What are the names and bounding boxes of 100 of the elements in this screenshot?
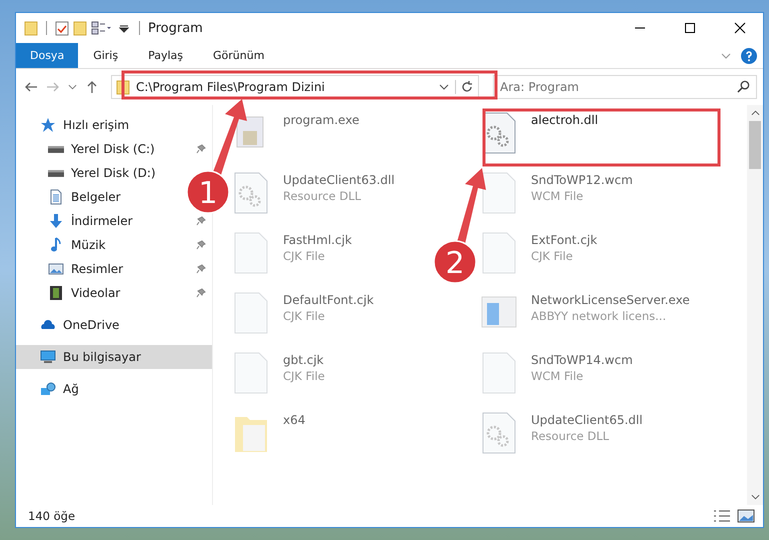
sidebar-item-label: Yerel Disk (C:) [71,142,156,156]
file-type: CJK File [531,249,574,263]
sidebar-item-label: Belgeler [71,190,121,204]
chevron-down-icon[interactable] [439,84,449,90]
file-name: UpdateClient63.dll [283,173,395,187]
file-type: Resource DLL [531,429,610,443]
pin-icon [196,144,206,154]
sidebar-item-label: Ağ [63,382,79,396]
file-type: Resource DLL [283,189,362,203]
file-icon [481,171,517,215]
file-name: ExtFont.cjk [531,233,598,247]
sidebar-item[interactable]: Hızlı erişim [16,113,136,137]
sidebar-item-label: Hızlı erişim [63,118,130,132]
ribbon-tab[interactable]: Görünüm [198,43,280,68]
file-item[interactable]: DefaultFont.cjk CJK File [233,291,374,351]
sidebar-item[interactable]: Belgeler [16,185,127,209]
file-item[interactable]: x64 [233,411,306,471]
help-icon[interactable] [741,48,757,64]
details-view-icon[interactable] [713,509,731,523]
scroll-up-icon[interactable] [750,110,760,116]
document-icon [48,189,64,205]
file-item[interactable]: FastHml.cjk CJK File [233,231,352,291]
close-icon [734,22,746,34]
pin-icon [196,240,206,250]
file-name: UpdateClient65.dll [531,413,643,427]
file-item[interactable]: SndToWP14.wcm WCM File [481,351,633,411]
file-icon [481,231,517,275]
file-item[interactable]: UpdateClient63.dll Resource DLL [233,171,395,231]
file-name: alectroh.dll [531,113,598,127]
pin-icon [196,264,206,274]
properties-icon[interactable] [91,20,113,36]
sidebar-item-label: Yerel Disk (D:) [71,166,156,180]
drive-icon [48,170,64,176]
monitor-icon [40,349,56,365]
sidebar-item[interactable]: Müzik [16,233,212,257]
search-field[interactable]: Ara: Program [493,75,757,99]
sidebar-item[interactable]: Ağ [16,377,85,401]
back-arrow-icon[interactable] [24,80,38,94]
maximize-icon [684,22,696,34]
step-badge: 1 [186,170,230,214]
file-type: CJK File [283,249,326,263]
scroll-down-icon[interactable] [750,494,760,500]
sidebar-item-label: OneDrive [63,318,120,332]
sidebar-item[interactable]: OneDrive [16,313,126,337]
large-icons-view-icon[interactable] [737,509,755,523]
search-icon [737,80,750,93]
file-item[interactable]: NetworkLicenseServer.exe ABBYY network licens... [481,291,690,351]
scrollbar[interactable] [747,105,763,505]
up-arrow-icon[interactable] [85,80,99,94]
file-icon [233,291,269,335]
scrollbar-thumb[interactable] [749,121,761,169]
file-item[interactable]: SndToWP12.wcm WCM File [481,171,633,231]
address-path: C:\Program Files\Program Dizini [136,80,325,94]
minimize-icon [634,27,646,29]
picture-icon [48,261,64,277]
ribbon-tab[interactable]: Dosya [16,43,78,68]
file-item[interactable]: ExtFont.cjk CJK File [481,231,598,291]
file-name: FastHml.cjk [283,233,352,247]
sidebar-item[interactable]: Bu bilgisayar [16,345,212,369]
file-item[interactable]: gbt.cjk CJK File [233,351,325,411]
file-type: CJK File [283,369,325,383]
item-count: 140 öğe [28,509,76,523]
sidebar-item-label: İndirmeler [71,214,134,228]
drive-icon [48,146,64,152]
file-name: NetworkLicenseServer.exe [531,293,690,307]
sidebar-item[interactable]: Videolar [16,281,212,305]
file-icon [233,351,269,395]
sidebar-item-label: Müzik [71,238,107,252]
sidebar-item-label: Resimler [71,262,124,276]
refresh-icon[interactable] [455,80,474,94]
step-badge: 2 [433,240,477,284]
file-icon [481,351,517,395]
star-icon [40,117,56,133]
file-name: x64 [283,413,306,427]
checkmark-document-icon[interactable] [55,20,69,36]
file-item[interactable]: UpdateClient65.dll Resource DLL [481,411,643,471]
sidebar-item[interactable]: Resimler [16,257,212,281]
window-title: Program [148,20,203,36]
file-type: WCM File [531,189,584,203]
file-type: WCM File [531,369,584,383]
network-icon [40,381,56,397]
address-field[interactable]: C:\Program Files\Program Dizini [111,75,479,99]
sidebar-item[interactable]: Yerel Disk (D:) [16,161,162,185]
sidebar-item-label: Videolar [71,286,122,300]
file-item[interactable]: alectroh.dll [481,111,598,171]
film-icon [48,285,64,301]
chevron-down-icon[interactable] [68,84,77,90]
file-name: gbt.cjk [283,353,325,367]
pin-icon [196,288,206,298]
file-name: SndToWP14.wcm [531,353,633,367]
ribbon-tab[interactable]: Paylaş [133,43,198,68]
file-type: ABBYY network licens... [531,309,668,323]
file-name: SndToWP12.wcm [531,173,633,187]
file-item[interactable]: program.exe [233,111,360,171]
sidebar-item-label: Bu bilgisayar [63,350,142,364]
sidebar-item[interactable]: Yerel Disk (C:) [16,137,212,161]
ribbon-tab[interactable]: Giriş [78,43,134,68]
file-name: program.exe [283,113,360,127]
pin-icon [196,216,206,226]
file-icon [233,231,269,275]
